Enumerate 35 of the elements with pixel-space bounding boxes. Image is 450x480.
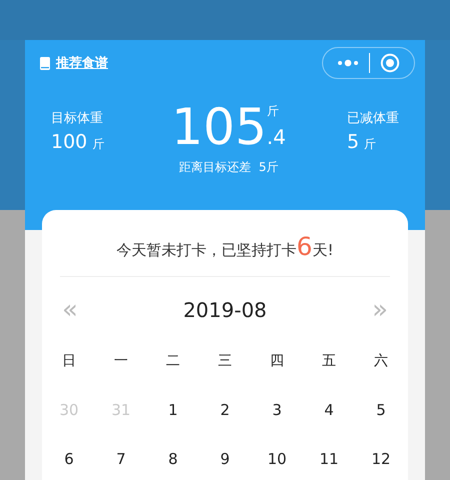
- calendar-day[interactable]: 11: [319, 435, 339, 480]
- weekday-label: 一: [114, 352, 128, 371]
- unit-label: 斤: [364, 136, 376, 153]
- calendar-day[interactable]: 12: [371, 435, 391, 480]
- target-weight-label: 目标体重: [51, 110, 104, 127]
- weight-decimal: .4: [266, 125, 286, 149]
- book-icon: [40, 56, 50, 70]
- unit-label: 斤: [92, 136, 104, 153]
- weekday-label: 四: [270, 352, 284, 371]
- calendar-day[interactable]: 7: [116, 435, 126, 480]
- checkin-message: 今天暂未打卡，已坚持打卡6天!: [116, 231, 334, 263]
- calendar-day[interactable]: 6: [64, 435, 74, 480]
- unit-label: 斤: [266, 103, 280, 120]
- weekday-label: 六: [374, 352, 388, 371]
- weekday-label: 二: [166, 352, 180, 371]
- target-icon[interactable]: [380, 53, 400, 73]
- calendar-day[interactable]: 1: [168, 386, 178, 435]
- remaining-label: 距离目标还差: [178, 159, 251, 176]
- remaining-value: 5斤: [258, 159, 278, 176]
- lost-weight-value: 5: [346, 131, 360, 153]
- weekday-label: 日: [62, 352, 76, 371]
- calendar-day[interactable]: 3: [272, 386, 282, 435]
- calendar-day[interactable]: 9: [220, 435, 230, 480]
- calendar-day[interactable]: 8: [168, 435, 178, 480]
- calendar-day[interactable]: 2: [220, 386, 230, 435]
- weekday-label: 五: [322, 352, 336, 371]
- lost-weight-label: 已减体重: [346, 110, 399, 127]
- weekday-label: 三: [218, 352, 232, 371]
- target-weight-value: 100: [51, 131, 88, 153]
- calendar-day[interactable]: 5: [376, 386, 386, 435]
- month-title: 2019-08: [183, 298, 267, 322]
- current-weight: 105: [171, 99, 267, 155]
- calendar-day[interactable]: 10: [267, 435, 287, 480]
- more-icon[interactable]: [337, 59, 359, 67]
- calendar-day[interactable]: 4: [324, 386, 334, 435]
